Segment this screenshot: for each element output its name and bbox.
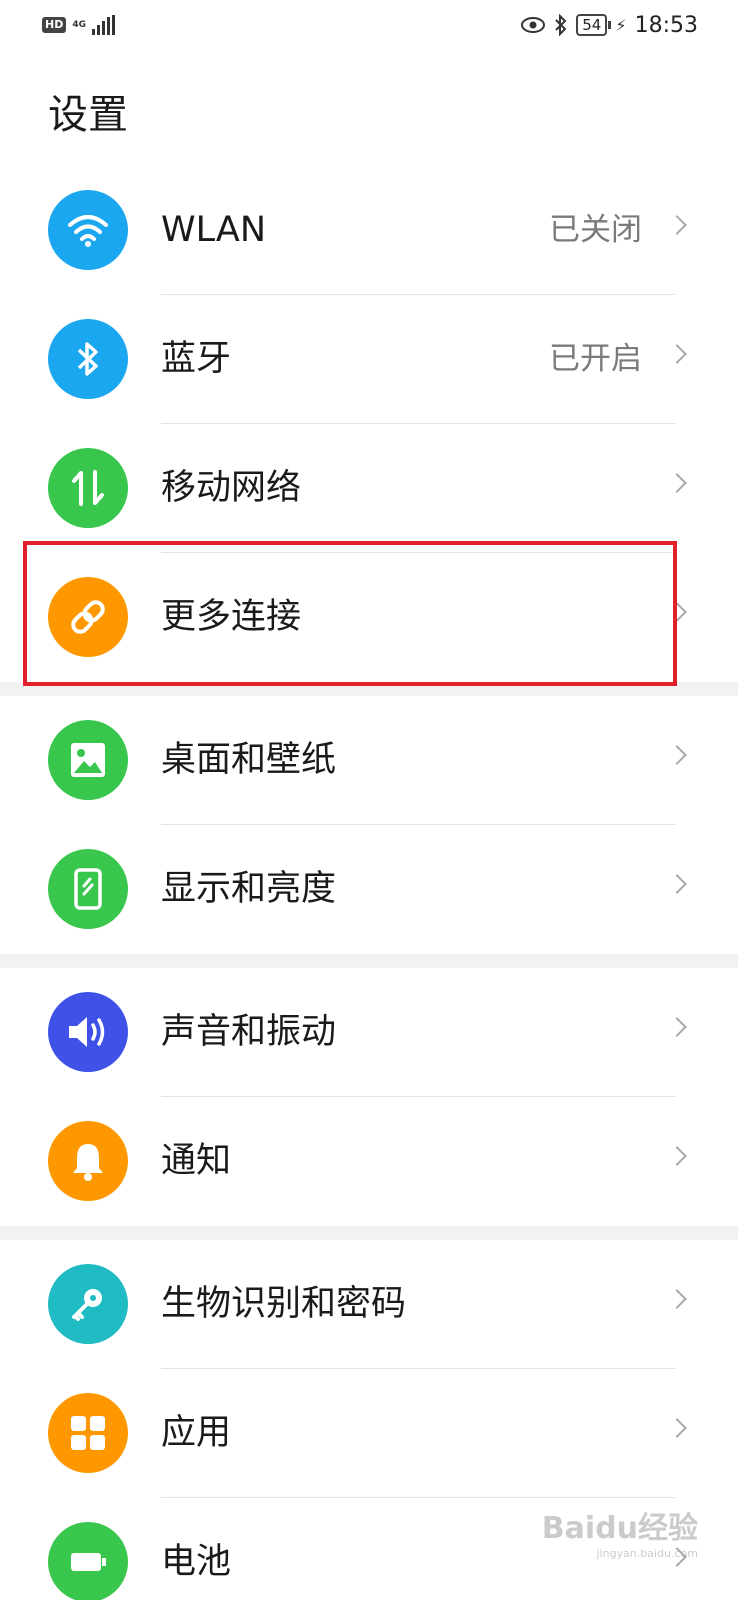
charging-bolt-icon: ⚡ [615,15,627,35]
chevron-right-icon [667,473,687,493]
chevron-right-icon [667,215,687,235]
section-gap [0,954,738,968]
mobile-data-icon [48,448,128,528]
chevron-right-icon [667,745,687,765]
settings-item-label: 桌面和壁纸 [161,740,337,780]
settings-item-apps[interactable]: 应用 [0,1369,738,1498]
chevron-right-icon [667,344,687,364]
key-icon [48,1264,128,1344]
settings-item-mobile-network[interactable]: 移动网络 [0,424,738,553]
status-bar: HD 4G 54 ⚡ 18:53 [0,0,738,50]
section-gap [0,1226,738,1240]
chevron-right-icon [667,874,687,894]
chevron-right-icon [667,1418,687,1438]
settings-group-display: 桌面和壁纸 显示和亮度 [0,696,738,954]
bluetooth-status-icon [555,14,567,36]
settings-item-display-brightness[interactable]: 显示和亮度 [0,825,738,954]
settings-group-sound: 声音和振动 通知 [0,968,738,1226]
battery-indicator: 54 [576,14,612,36]
watermark-subtext: jingyan.baidu.com [596,1547,698,1560]
chevron-right-icon [667,1289,687,1309]
sound-icon [48,992,128,1072]
chevron-right-icon [667,602,687,622]
section-gap [0,682,738,696]
settings-item-notifications[interactable]: 通知 [0,1097,738,1226]
bluetooth-icon [48,319,128,399]
settings-item-biometrics-password[interactable]: 生物识别和密码 [0,1240,738,1369]
settings-item-wlan[interactable]: WLAN 已关闭 [0,166,738,295]
battery-icon [48,1522,128,1600]
wifi-icon [48,190,128,270]
settings-item-value: 已关闭 [549,212,642,248]
status-right: 54 ⚡ 18:53 [520,13,698,38]
settings-item-label: WLAN [161,210,267,250]
chevron-right-icon [667,1146,687,1166]
settings-item-label: 应用 [161,1413,232,1453]
eye-comfort-icon [521,17,546,33]
settings-item-label: 更多连接 [161,597,302,637]
settings-group-connectivity: WLAN 已关闭 蓝牙 已开启 移动网络 更多连接 [0,166,738,682]
link-icon [48,577,128,657]
settings-item-label: 通知 [161,1141,232,1181]
settings-item-label: 显示和亮度 [161,869,337,909]
status-left: HD 4G [42,15,116,35]
settings-item-bluetooth[interactable]: 蓝牙 已开启 [0,295,738,424]
settings-item-wallpaper[interactable]: 桌面和壁纸 [0,696,738,825]
apps-grid-icon [48,1393,128,1473]
settings-item-label: 电池 [161,1542,232,1582]
baidu-watermark: Baidu经验 jingyan.baidu.com [542,1503,698,1560]
settings-item-label: 移动网络 [161,468,302,508]
page-title: 设置 [48,92,128,138]
watermark-text: Baidu经验 [541,1511,698,1546]
display-icon [48,849,128,929]
clock: 18:53 [634,12,698,38]
settings-item-value: 已开启 [549,341,642,377]
settings-item-label: 声音和振动 [161,1012,337,1052]
signal-strength-icon [92,15,116,35]
wallpaper-icon [48,720,128,800]
notification-bell-icon [48,1121,128,1201]
hd-voice-badge: HD [42,17,67,33]
network-type: 4G [72,19,86,30]
settings-item-label: 生物识别和密码 [161,1284,407,1324]
settings-item-more-connections[interactable]: 更多连接 [0,553,738,682]
settings-item-sound-vibration[interactable]: 声音和振动 [0,968,738,1097]
settings-item-label: 蓝牙 [161,339,232,379]
chevron-right-icon [667,1017,687,1037]
